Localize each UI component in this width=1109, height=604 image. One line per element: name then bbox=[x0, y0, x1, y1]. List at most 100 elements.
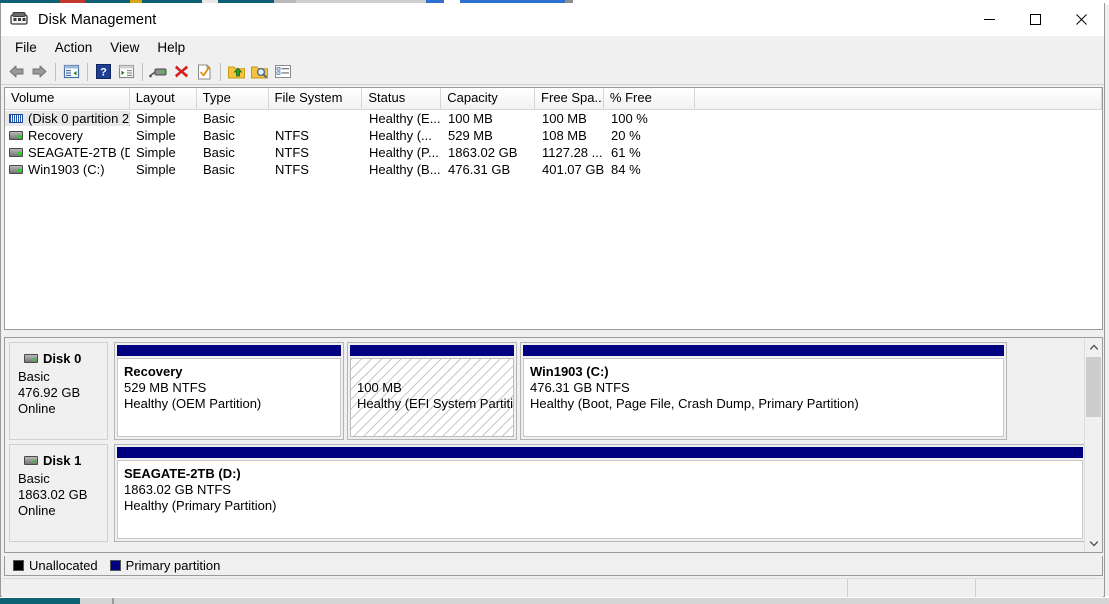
cell-volume-label: Win1903 (C:) bbox=[28, 162, 105, 177]
cell-type: Basic bbox=[203, 128, 235, 143]
partition-win1903-c[interactable]: Win1903 (C:) 476.31 GB NTFS Healthy (Boo… bbox=[520, 342, 1007, 440]
disk-size: 476.92 GB bbox=[18, 385, 81, 400]
partition-color-bar bbox=[350, 345, 514, 356]
column-header-filler[interactable] bbox=[694, 88, 1102, 109]
title-bar[interactable]: Disk Management bbox=[1, 3, 1104, 36]
partition-efi-system[interactable]: 100 MB Healthy (EFI System Partition) bbox=[347, 342, 517, 440]
cell-status: Healthy (... bbox=[369, 128, 432, 143]
partition-body: Win1903 (C:) 476.31 GB NTFS Healthy (Boo… bbox=[523, 358, 1004, 437]
show-hide-action-pane-icon[interactable] bbox=[115, 61, 138, 83]
legend-swatch-unallocated bbox=[13, 560, 24, 571]
partition-size-fs: 529 MB NTFS bbox=[124, 380, 207, 395]
column-header-type[interactable]: Type bbox=[196, 88, 269, 109]
partition-size-fs: 1863.02 GB NTFS bbox=[124, 482, 231, 497]
cell-layout: Simple bbox=[136, 162, 176, 177]
menu-bar: File Action View Help bbox=[1, 36, 1104, 59]
background-window-bottom-strip bbox=[0, 596, 1109, 604]
volume-list-pane: Volume Layout Type File System Status Ca… bbox=[4, 87, 1103, 330]
partition-name bbox=[357, 364, 507, 380]
volume-list-body: (Disk 0 partition 2) Simple Basic Health… bbox=[5, 110, 1102, 178]
show-hide-console-tree-icon[interactable] bbox=[60, 61, 83, 83]
table-row[interactable]: SEAGATE-2TB (D:) Simple Basic NTFS Healt… bbox=[5, 144, 1102, 161]
cell-status: Healthy (P... bbox=[369, 145, 439, 160]
status-bar bbox=[2, 578, 1103, 597]
maximize-button[interactable] bbox=[1012, 3, 1058, 36]
legend-item-primary-partition: Primary partition bbox=[109, 558, 221, 573]
column-header-percent-free[interactable]: % Free bbox=[603, 88, 695, 109]
explore-folder-icon[interactable] bbox=[248, 61, 271, 83]
partition-size-fs: 100 MB bbox=[357, 380, 402, 395]
partition-seagate-2tb-d[interactable]: SEAGATE-2TB (D:) 1863.02 GB NTFS Healthy… bbox=[114, 444, 1086, 542]
cell-free-space: 1127.28 ... bbox=[542, 145, 603, 160]
partition-body: SEAGATE-2TB (D:) 1863.02 GB NTFS Healthy… bbox=[117, 460, 1083, 539]
menu-file[interactable]: File bbox=[6, 38, 46, 57]
cell-status: Healthy (B... bbox=[369, 162, 441, 177]
forward-icon[interactable] bbox=[28, 61, 51, 83]
legend-label-primary-partition: Primary partition bbox=[125, 558, 221, 573]
status-bar-cell-third bbox=[976, 579, 1103, 597]
cell-volume: SEAGATE-2TB (D:) bbox=[5, 145, 130, 160]
partition-status: Healthy (EFI System Partition) bbox=[357, 396, 514, 411]
rescan-disks-icon[interactable] bbox=[147, 61, 170, 83]
toolbar-separator bbox=[220, 62, 221, 81]
disk-info-panel[interactable]: Disk 1 Basic 1863.02 GB Online bbox=[9, 444, 108, 542]
legend: Unallocated Primary partition bbox=[4, 556, 1103, 576]
disk-kind: Basic bbox=[18, 369, 50, 384]
disk-icon bbox=[24, 354, 38, 363]
legend-label-unallocated: Unallocated bbox=[29, 558, 98, 573]
drive-icon bbox=[9, 165, 23, 174]
cell-volume: Recovery bbox=[5, 128, 130, 143]
table-row[interactable]: Win1903 (C:) Simple Basic NTFS Healthy (… bbox=[5, 161, 1102, 178]
cell-free-space: 401.07 GB bbox=[542, 162, 605, 177]
disk-kind: Basic bbox=[18, 471, 50, 486]
menu-action[interactable]: Action bbox=[46, 38, 102, 57]
partition-recovery[interactable]: Recovery 529 MB NTFS Healthy (OEM Partit… bbox=[114, 342, 344, 440]
close-button[interactable] bbox=[1058, 3, 1104, 36]
delete-icon[interactable] bbox=[170, 61, 193, 83]
disk-name: Disk 1 bbox=[43, 453, 82, 468]
toolbar-separator bbox=[55, 62, 56, 81]
scroll-up-icon[interactable] bbox=[1085, 338, 1102, 355]
column-header-volume[interactable]: Volume bbox=[5, 88, 130, 109]
disk-title: Disk 0 bbox=[24, 351, 107, 366]
table-row[interactable]: (Disk 0 partition 2) Simple Basic Health… bbox=[5, 110, 1102, 127]
list-view-icon[interactable] bbox=[271, 61, 294, 83]
help-icon[interactable]: ? bbox=[92, 61, 115, 83]
cell-type: Basic bbox=[203, 111, 235, 126]
disk-title: Disk 1 bbox=[24, 453, 107, 468]
column-header-free-space[interactable]: Free Spa... bbox=[535, 88, 604, 109]
partition-color-bar bbox=[523, 345, 1004, 356]
partition-status: Healthy (OEM Partition) bbox=[124, 396, 262, 411]
table-row[interactable]: Recovery Simple Basic NTFS Healthy (... … bbox=[5, 127, 1102, 144]
cell-type: Basic bbox=[203, 162, 235, 177]
back-icon[interactable] bbox=[5, 61, 28, 83]
scroll-down-icon[interactable] bbox=[1085, 535, 1102, 552]
scrollbar-thumb[interactable] bbox=[1086, 357, 1101, 417]
partition-strip: Recovery 529 MB NTFS Healthy (OEM Partit… bbox=[108, 342, 1086, 440]
column-header-file-system[interactable]: File System bbox=[268, 88, 363, 109]
open-folder-icon[interactable] bbox=[225, 61, 248, 83]
disk-graphic-scroll-area: Disk 0 Basic 476.92 GB Online Recovery 5… bbox=[5, 338, 1086, 552]
menu-help[interactable]: Help bbox=[148, 38, 194, 57]
disk-info-panel[interactable]: Disk 0 Basic 476.92 GB Online bbox=[9, 342, 108, 440]
cell-type: Basic bbox=[203, 145, 235, 160]
partition-name: Win1903 (C:) bbox=[530, 364, 609, 379]
legend-swatch-primary-partition bbox=[109, 560, 121, 571]
column-header-status[interactable]: Status bbox=[362, 88, 442, 109]
disk-management-window: Disk Management File Action View Help ? … bbox=[0, 3, 1105, 597]
column-header-layout[interactable]: Layout bbox=[129, 88, 197, 109]
menu-view[interactable]: View bbox=[101, 38, 148, 57]
cell-capacity: 100 MB bbox=[448, 111, 493, 126]
drive-icon bbox=[9, 148, 23, 157]
minimize-button[interactable] bbox=[966, 3, 1012, 36]
column-header-capacity[interactable]: Capacity bbox=[441, 88, 536, 109]
properties-icon[interactable] bbox=[193, 61, 216, 83]
disk-size: 1863.02 GB bbox=[18, 487, 88, 502]
cell-volume-label: (Disk 0 partition 2) bbox=[28, 111, 130, 126]
vertical-scrollbar[interactable] bbox=[1084, 338, 1102, 552]
svg-text:?: ? bbox=[100, 67, 107, 79]
cell-layout: Simple bbox=[136, 128, 176, 143]
disk-name: Disk 0 bbox=[43, 351, 82, 366]
disk-row: Disk 0 Basic 476.92 GB Online Recovery 5… bbox=[9, 342, 1086, 440]
volume-list-header: Volume Layout Type File System Status Ca… bbox=[5, 88, 1102, 110]
